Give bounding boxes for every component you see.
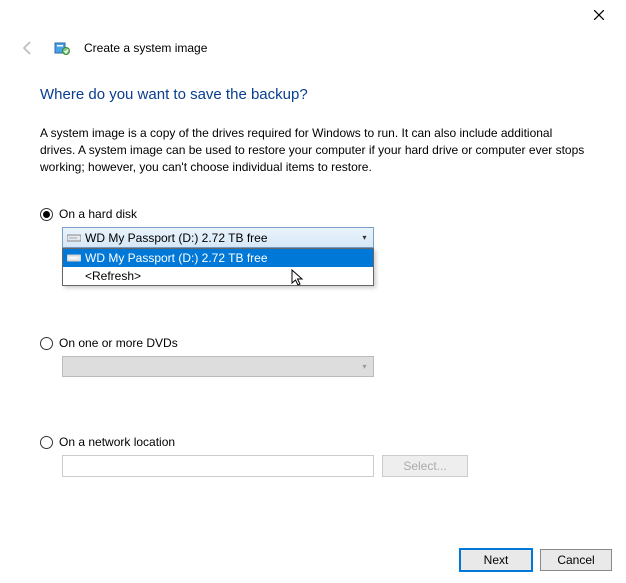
radio-dvds[interactable] [40, 337, 53, 350]
radio-network-label: On a network location [59, 435, 175, 449]
radio-dvds-label: On one or more DVDs [59, 336, 178, 350]
system-image-icon [54, 40, 70, 56]
hard-disk-dropdown[interactable]: WD My Passport (D:) 2.72 TB free ▾ WD My… [62, 227, 374, 248]
cancel-button[interactable]: Cancel [540, 549, 612, 571]
cancel-button-label: Cancel [557, 553, 594, 567]
disk-icon [67, 253, 81, 263]
dropdown-item[interactable]: WD My Passport (D:) 2.72 TB free [63, 249, 373, 267]
option-dvds: On one or more DVDs ▾ [40, 336, 586, 377]
select-button-label: Select... [403, 459, 446, 473]
chevron-down-icon: ▾ [356, 357, 373, 376]
network-path-input[interactable] [62, 455, 374, 477]
select-button: Select... [382, 455, 468, 477]
page-description: A system image is a copy of the drives r… [40, 125, 586, 175]
dropdown-selected[interactable]: WD My Passport (D:) 2.72 TB free ▾ [62, 227, 374, 248]
content-area: Where do you want to save the backup? A … [0, 60, 626, 477]
dropdown-item-label: WD My Passport (D:) 2.72 TB free [85, 251, 268, 265]
radio-dvds-row[interactable]: On one or more DVDs [40, 336, 586, 350]
dropdown-selected-text: WD My Passport (D:) 2.72 TB free [85, 231, 268, 245]
chevron-down-icon[interactable]: ▾ [356, 228, 373, 247]
dvds-dropdown-disabled: ▾ [62, 356, 374, 377]
disk-icon [67, 233, 81, 243]
wizard-header: Create a system image [0, 30, 626, 60]
option-network: On a network location Select... [40, 435, 586, 477]
dropdown-refresh-label: <Refresh> [85, 269, 141, 283]
page-heading: Where do you want to save the backup? [40, 86, 586, 103]
radio-network-row[interactable]: On a network location [40, 435, 586, 449]
radio-network[interactable] [40, 436, 53, 449]
next-button-label: Next [484, 553, 509, 567]
close-button[interactable] [584, 2, 614, 28]
next-button[interactable]: Next [460, 549, 532, 571]
dropdown-item-refresh[interactable]: <Refresh> [63, 267, 373, 285]
option-hard-disk: On a hard disk WD My Passport (D:) 2.72 … [40, 207, 586, 248]
wizard-title: Create a system image [84, 41, 207, 55]
radio-hard-disk[interactable] [40, 208, 53, 221]
back-arrow-icon [16, 36, 40, 60]
dropdown-list: WD My Passport (D:) 2.72 TB free <Refres… [62, 248, 374, 286]
radio-hard-disk-label: On a hard disk [59, 207, 137, 221]
titlebar [0, 0, 626, 30]
footer-buttons: Next Cancel [460, 549, 612, 571]
radio-hard-disk-row[interactable]: On a hard disk [40, 207, 586, 221]
